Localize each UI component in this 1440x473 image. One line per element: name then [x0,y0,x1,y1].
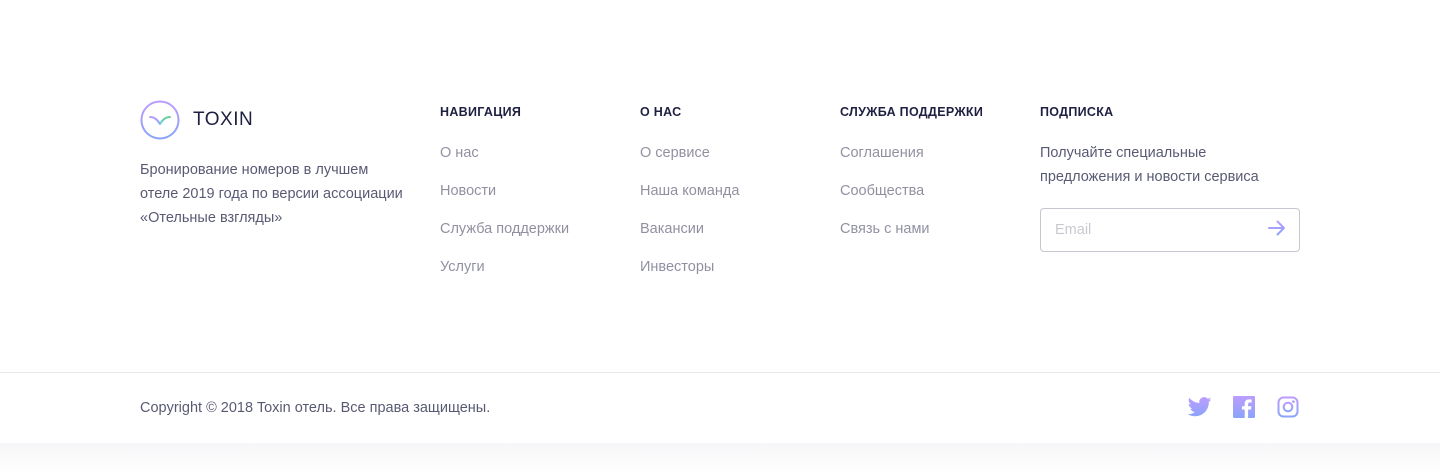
logo-wordmark: TOXIN [193,109,254,130]
logo[interactable]: TOXIN [140,100,410,140]
footer-top: TOXIN Бронирование номеров в лучшем отел… [0,0,1440,372]
copyright-text: Copyright © 2018 Toxin отель. Все права … [140,400,491,416]
link-list: О нас Новости Служба поддержки Услуги [440,141,569,293]
footer-link-about[interactable]: О нас [440,141,569,179]
footer: TOXIN Бронирование номеров в лучшем отел… [0,0,1440,473]
email-subscribe-field [1040,208,1300,252]
arrow-right-icon [1268,220,1286,241]
footer-column-navigation: НАВИГАЦИЯ О нас Новости Служба поддержки… [440,103,569,293]
footer-link-agreements[interactable]: Соглашения [840,141,983,179]
footer-link-investors[interactable]: Инвесторы [640,255,739,293]
footer-link-team[interactable]: Наша команда [640,179,739,217]
twitter-icon[interactable] [1188,395,1212,419]
email-input[interactable] [1055,222,1255,238]
footer-column-support: СЛУЖБА ПОДДЕРЖКИ Соглашения Сообщества С… [840,103,983,255]
column-title: НАВИГАЦИЯ [440,105,522,119]
brand-block: TOXIN Бронирование номеров в лучшем отел… [140,100,410,230]
footer-link-contact[interactable]: Связь с нами [840,217,983,255]
link-list: О сервисе Наша команда Вакансии Инвестор… [640,141,739,293]
subscribe-description: Получайте специальные предложения и ново… [1040,145,1259,185]
link-list: Соглашения Сообщества Связь с нами [840,141,983,255]
footer-column-subscribe: ПОДПИСКА Получайте специальные предложен… [1040,103,1300,252]
footer-link-services[interactable]: Услуги [440,255,569,293]
social-links [1188,395,1300,419]
subscribe-submit-button[interactable] [1267,220,1287,240]
column-title: ПОДПИСКА [1040,105,1114,119]
footer-bottom-bar: Copyright © 2018 Toxin отель. Все права … [0,372,1440,443]
page-bottom-shadow [0,443,1440,473]
footer-link-news[interactable]: Новости [440,179,569,217]
instagram-icon[interactable] [1276,395,1300,419]
footer-link-vacancies[interactable]: Вакансии [640,217,739,255]
brand-description: Бронирование номеров в лучшем отеле 2019… [140,162,403,226]
footer-link-about-service[interactable]: О сервисе [640,141,739,179]
facebook-icon[interactable] [1232,395,1256,419]
footer-link-communities[interactable]: Сообщества [840,179,983,217]
footer-link-support[interactable]: Служба поддержки [440,217,569,255]
column-title: СЛУЖБА ПОДДЕРЖКИ [840,105,984,119]
footer-column-about: О НАС О сервисе Наша команда Вакансии Ин… [640,103,739,293]
logo-mark-icon [140,100,180,140]
column-title: О НАС [640,105,682,119]
